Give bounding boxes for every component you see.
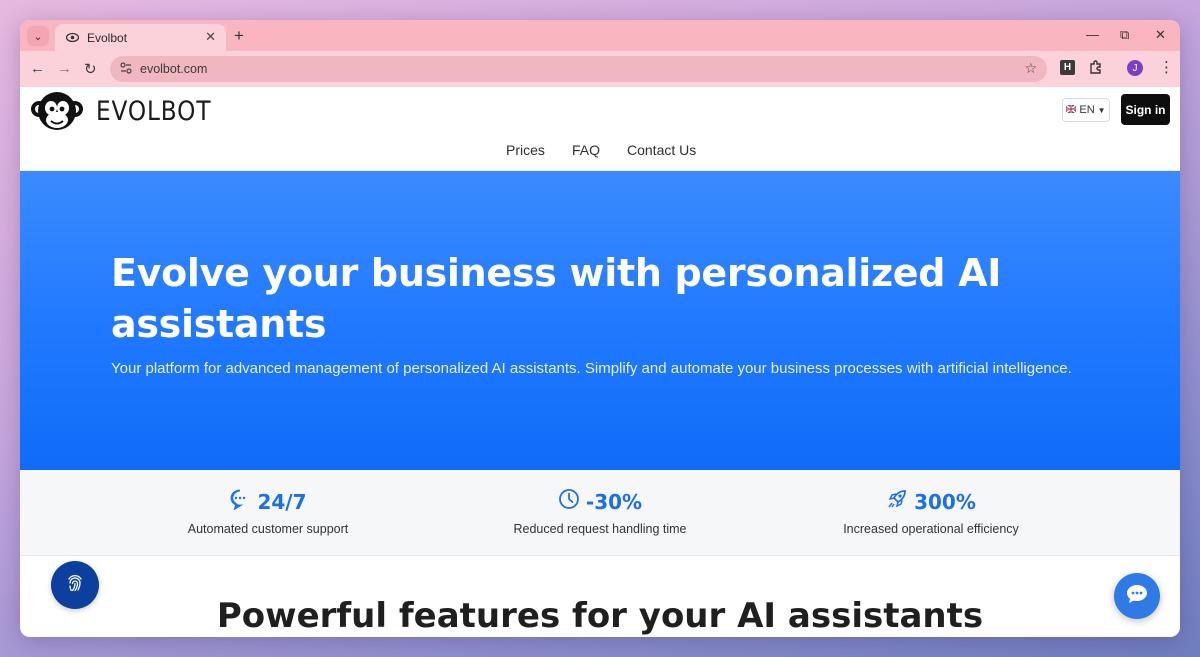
tab-search-button[interactable]: ⌄ bbox=[27, 26, 49, 46]
nav-link-prices[interactable]: Prices bbox=[506, 142, 545, 158]
nav-link-faq[interactable]: FAQ bbox=[572, 142, 600, 158]
menu-dots-icon[interactable]: ⋮ bbox=[1159, 58, 1174, 76]
browser-toolbar: ← → ↻ evolbot.com ☆ H J ⋮ bbox=[20, 51, 1180, 87]
close-icon[interactable]: ✕ bbox=[205, 29, 216, 45]
restore-icon[interactable]: ⧉ bbox=[1120, 27, 1129, 43]
tab-strip: ⌄ Evolbot ✕ + — ⧉ ✕ bbox=[20, 20, 1180, 51]
clock-icon bbox=[558, 488, 580, 515]
back-icon[interactable]: ← bbox=[30, 60, 45, 77]
hero-subtitle: Your platform for advanced management of… bbox=[111, 360, 1072, 377]
logo-text: EVOLBOT bbox=[96, 95, 212, 127]
stat-label: Reduced request handling time bbox=[513, 522, 687, 536]
language-selector[interactable]: EN ▼ bbox=[1062, 98, 1110, 122]
browser-window: ⌄ Evolbot ✕ + — ⧉ ✕ ← → ↻ evolbot.com ☆ … bbox=[20, 20, 1180, 637]
stat-value: 24/7 bbox=[257, 489, 307, 514]
nav-link-contact-us[interactable]: Contact Us bbox=[627, 142, 696, 158]
extension-h-icon[interactable]: H bbox=[1060, 60, 1075, 75]
chat-dots-icon bbox=[229, 488, 251, 515]
forward-icon[interactable]: → bbox=[57, 60, 72, 77]
fingerprint-button[interactable] bbox=[51, 561, 99, 609]
main-nav: Prices FAQ Contact Us bbox=[20, 142, 1180, 164]
reload-icon[interactable]: ↻ bbox=[84, 60, 97, 78]
rocket-icon bbox=[886, 488, 908, 515]
minimize-icon[interactable]: — bbox=[1086, 27, 1099, 42]
sign-in-button[interactable]: Sign in bbox=[1121, 94, 1170, 125]
stat-value: 300% bbox=[914, 489, 976, 514]
tab-title: Evolbot bbox=[87, 30, 128, 45]
stat-label: Automated customer support bbox=[187, 522, 349, 536]
stats-section: 24/7 Automated customer support -30% Red… bbox=[20, 470, 1180, 556]
stat-label: Increased operational efficiency bbox=[843, 522, 1019, 536]
hero-section: Evolve your business with personalized A… bbox=[20, 171, 1180, 470]
favicon-icon bbox=[65, 31, 79, 45]
monkey-logo-icon bbox=[31, 92, 83, 130]
page-content: EVOLBOT EN ▼ Sign in Prices FAQ Contact … bbox=[20, 87, 1180, 637]
features-title: Powerful features for your AI assistants bbox=[216, 596, 984, 636]
fingerprint-icon bbox=[63, 571, 87, 600]
bookmark-star-icon[interactable]: ☆ bbox=[1024, 60, 1037, 77]
chat-widget-button[interactable] bbox=[1114, 573, 1160, 619]
language-label: EN bbox=[1079, 104, 1095, 116]
hero-title: Evolve your business with personalized A… bbox=[111, 251, 1002, 346]
site-logo[interactable]: EVOLBOT bbox=[30, 89, 230, 133]
chat-bubble-icon bbox=[1125, 583, 1149, 610]
new-tab-button[interactable]: + bbox=[234, 26, 244, 46]
tab-evolbot[interactable]: Evolbot ✕ bbox=[55, 24, 226, 51]
address-bar[interactable]: evolbot.com ☆ bbox=[110, 56, 1047, 82]
window-close-icon[interactable]: ✕ bbox=[1155, 27, 1166, 43]
url-text: evolbot.com bbox=[140, 62, 208, 76]
site-header: EVOLBOT EN ▼ Sign in Prices FAQ Contact … bbox=[20, 87, 1180, 171]
caret-down-icon: ▼ bbox=[1097, 105, 1106, 115]
extensions-puzzle-icon[interactable] bbox=[1088, 59, 1104, 80]
site-info-icon[interactable] bbox=[118, 61, 134, 77]
uk-flag-icon bbox=[1065, 104, 1077, 116]
profile-avatar[interactable]: J bbox=[1127, 60, 1143, 76]
chevron-down-icon: ⌄ bbox=[33, 30, 43, 43]
stat-value: -30% bbox=[585, 489, 643, 514]
